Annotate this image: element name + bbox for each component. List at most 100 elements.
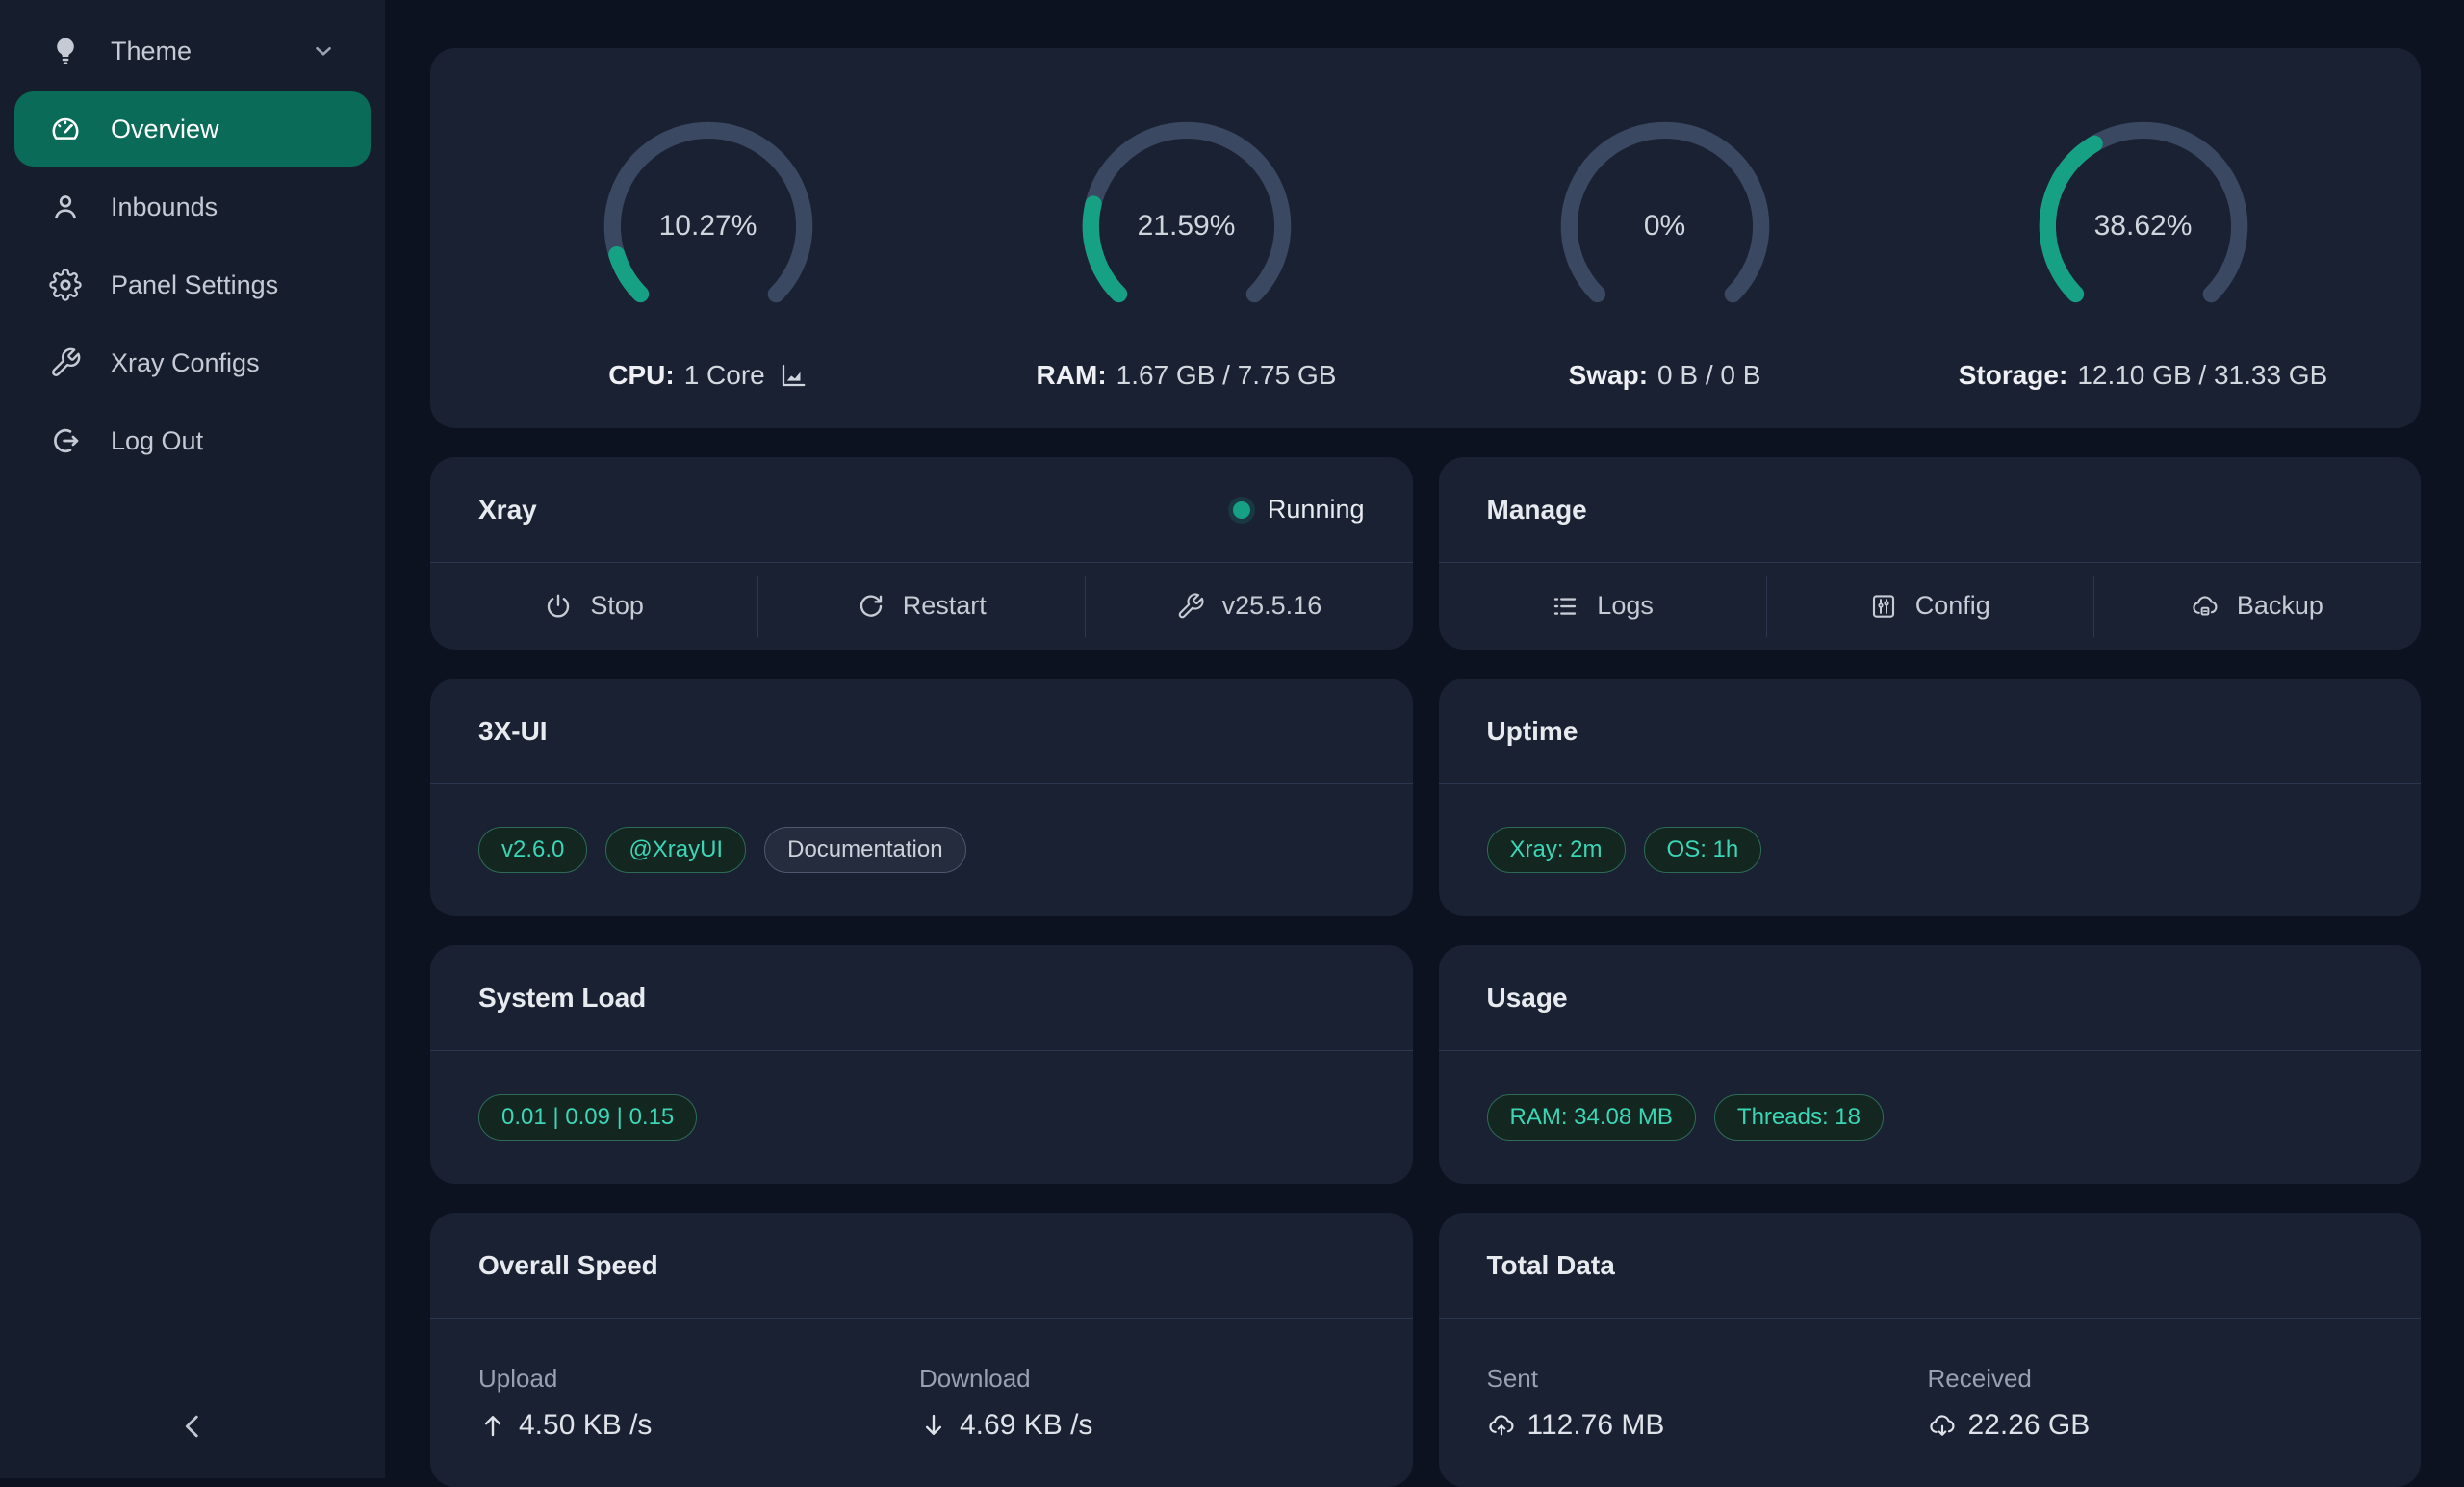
system-load-card: System Load 0.01 | 0.09 | 0.15 <box>430 945 1413 1184</box>
sidebar-item-label: Panel Settings <box>111 270 278 300</box>
overall-speed-card: Overall Speed Upload 4.50 KB /s Download <box>430 1213 1413 1487</box>
usage-card-header: Usage <box>1439 945 2422 1051</box>
card-title: Manage <box>1487 495 1587 526</box>
logout-icon <box>49 424 82 457</box>
card-title: 3X-UI <box>478 716 548 747</box>
sidebar-item-log-out[interactable]: Log Out <box>14 403 371 478</box>
sidebar-item-label: Overview <box>111 115 219 144</box>
system-load-card-header: System Load <box>430 945 1413 1051</box>
lightbulb-icon <box>49 35 82 67</box>
card-title: System Load <box>478 983 646 1013</box>
version-tag[interactable]: v2.6.0 <box>478 827 587 873</box>
stop-button[interactable]: Stop <box>430 563 757 649</box>
user-icon <box>49 191 82 223</box>
received-value: 22.26 GB <box>1968 1409 2091 1442</box>
sidebar-collapse-button[interactable] <box>164 1399 221 1457</box>
xray-card-header: Xray Running <box>430 457 1413 563</box>
threexui-card: 3X-UI v2.6.0 @XrayUI Documentation <box>430 679 1413 916</box>
cpu-gauge-ring: 10.27% <box>598 115 819 337</box>
overall-speed-stats: Upload 4.50 KB /s Download 4.69 K <box>430 1319 1413 1486</box>
sidebar-item-panel-settings[interactable]: Panel Settings <box>14 247 371 322</box>
system-load-tags: 0.01 | 0.09 | 0.15 <box>430 1051 1413 1183</box>
ram-usage-tag: RAM: 34.08 MB <box>1487 1094 1696 1141</box>
ram-gauge-ring: 21.59% <box>1076 115 1297 337</box>
system-gauges-card: 10.27% CPU: 1 Core 21.59% <box>430 48 2421 428</box>
cpu-label: CPU: 1 Core <box>608 360 808 391</box>
cpu-gauge: 10.27% CPU: 1 Core <box>469 48 947 428</box>
logs-button[interactable]: Logs <box>1439 563 1766 649</box>
cpu-percent: 10.27% <box>598 115 819 337</box>
main-content: 10.27% CPU: 1 Core 21.59% <box>385 0 2464 1478</box>
usage-tags: RAM: 34.08 MB Threads: 18 <box>1439 1051 2422 1183</box>
xray-uptime-tag: Xray: 2m <box>1487 827 1626 873</box>
storage-label: Storage: 12.10 GB / 31.33 GB <box>1959 360 2328 391</box>
sent-stat: Sent 112.76 MB <box>1487 1364 1928 1442</box>
received-stat: Received 22.26 GB <box>1928 1364 2374 1442</box>
sidebar-item-label: Inbounds <box>111 192 218 222</box>
sidebar-item-label: Log Out <box>111 426 203 456</box>
documentation-tag[interactable]: Documentation <box>764 827 965 873</box>
sidebar-item-xray-configs[interactable]: Xray Configs <box>14 325 371 400</box>
threads-tag: Threads: 18 <box>1714 1094 1884 1141</box>
upload-stat: Upload 4.50 KB /s <box>478 1364 919 1442</box>
manage-card: Manage Logs <box>1439 457 2422 650</box>
upload-value: 4.50 KB /s <box>519 1409 652 1442</box>
cards-grid: Xray Running Stop <box>430 457 2421 1487</box>
sidebar-item-theme[interactable]: Theme <box>14 13 371 89</box>
xrayui-tag[interactable]: @XrayUI <box>605 827 746 873</box>
sidebar-nav: Theme Overview Inbounds <box>0 0 385 478</box>
storage-percent: 38.62% <box>2033 115 2254 337</box>
backup-button[interactable]: Backup <box>2093 563 2421 649</box>
total-data-stats: Sent 112.76 MB Received <box>1439 1319 2422 1486</box>
power-icon <box>544 592 573 621</box>
sidebar-item-inbounds[interactable]: Inbounds <box>14 169 371 244</box>
sidebar: Theme Overview Inbounds <box>0 0 385 1478</box>
swap-label: Swap: 0 B / 0 B <box>1569 360 1761 391</box>
chevron-left-icon <box>176 1410 209 1448</box>
speedometer-icon <box>49 113 82 145</box>
sidebar-item-label: Xray Configs <box>111 348 260 378</box>
sliders-icon <box>1869 592 1898 621</box>
cloud-upload-icon <box>1487 1411 1516 1440</box>
cpu-history-area-chart-icon[interactable] <box>779 361 808 390</box>
uptime-tags: Xray: 2m OS: 1h <box>1439 784 2422 915</box>
ram-percent: 21.59% <box>1076 115 1297 337</box>
xray-version-button[interactable]: v25.5.16 <box>1085 563 1412 649</box>
download-stat: Download 4.69 KB /s <box>919 1364 1365 1442</box>
threexui-card-header: 3X-UI <box>430 679 1413 784</box>
restart-icon <box>857 592 886 621</box>
sidebar-item-label: Theme <box>111 37 192 66</box>
xray-actions: Stop Restart <box>430 563 1413 649</box>
sent-value: 112.76 MB <box>1527 1409 1665 1442</box>
swap-gauge: 0% Swap: 0 B / 0 B <box>1425 48 1904 428</box>
xray-card: Xray Running Stop <box>430 457 1413 650</box>
card-title: Overall Speed <box>478 1250 658 1281</box>
gear-icon <box>49 269 82 301</box>
restart-button[interactable]: Restart <box>757 563 1085 649</box>
uptime-card: Uptime Xray: 2m OS: 1h <box>1439 679 2422 916</box>
wrench-icon <box>49 346 82 379</box>
threexui-tags: v2.6.0 @XrayUI Documentation <box>430 784 1413 915</box>
xray-status-badge: Running <box>1233 495 1365 525</box>
usage-card: Usage RAM: 34.08 MB Threads: 18 <box>1439 945 2422 1184</box>
cloud-server-icon <box>2191 592 2220 621</box>
download-value: 4.69 KB /s <box>960 1409 1092 1442</box>
list-icon <box>1551 592 1579 621</box>
chevron-down-icon <box>311 38 336 64</box>
storage-gauge-ring: 38.62% <box>2033 115 2254 337</box>
ram-label: RAM: 1.67 GB / 7.75 GB <box>1037 360 1337 391</box>
card-title: Xray <box>478 495 537 526</box>
os-uptime-tag: OS: 1h <box>1644 827 1762 873</box>
card-title: Total Data <box>1487 1250 1615 1281</box>
card-title: Usage <box>1487 983 1568 1013</box>
storage-gauge: 38.62% Storage: 12.10 GB / 31.33 GB <box>1904 48 2382 428</box>
config-button[interactable]: Config <box>1766 563 2093 649</box>
sidebar-item-overview[interactable]: Overview <box>14 91 371 167</box>
cloud-download-icon <box>1928 1411 1957 1440</box>
arrow-up-icon <box>478 1411 507 1440</box>
total-data-card-header: Total Data <box>1439 1213 2422 1319</box>
overall-speed-card-header: Overall Speed <box>430 1213 1413 1319</box>
uptime-card-header: Uptime <box>1439 679 2422 784</box>
status-dot-icon <box>1233 501 1250 519</box>
swap-gauge-ring: 0% <box>1554 115 1776 337</box>
